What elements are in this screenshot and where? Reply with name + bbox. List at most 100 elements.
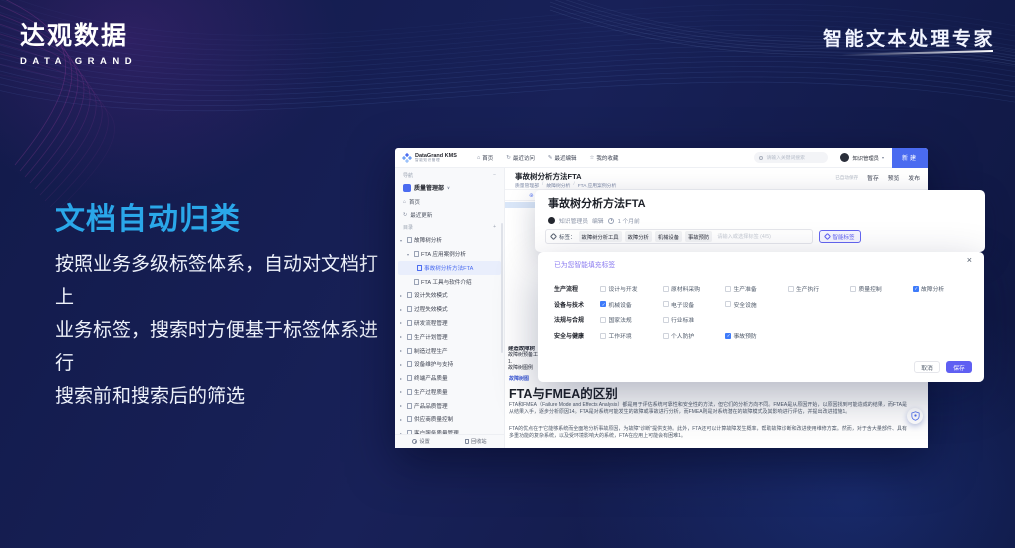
tag-option[interactable]: 安全设施 [725,300,788,309]
sidebar-footer-item[interactable]: 设置 [412,438,429,445]
caret-icon[interactable]: ▸ [400,362,405,367]
checkbox-icon[interactable] [600,317,606,323]
tag-chip[interactable]: 故障分析 [625,231,652,242]
tag-option[interactable]: 故障分析 [913,284,976,293]
tree-item[interactable]: ▸设计失效模式 [395,289,504,303]
nav-item[interactable]: ↻最近访问 [506,154,535,162]
document-icon [407,320,412,326]
doc-action-button[interactable]: 预览 [888,173,900,182]
tree-item[interactable]: ▸客户服务质量管理 [395,426,504,434]
checkbox-icon[interactable] [725,301,731,307]
tag-option[interactable]: 个人防护 [663,331,726,340]
panel-footer: 取消 保存 [914,361,972,373]
tree-item[interactable]: ▸研发流程管理 [395,316,504,330]
tag-option[interactable]: 设计与开发 [600,284,663,293]
tag-input-placeholder[interactable]: 请输入或选择标签 (4/5) [717,233,771,240]
tag-option-label: 生产准备 [734,284,757,293]
sidebar-scrollbar[interactable] [501,223,503,353]
checkbox-icon[interactable] [850,286,856,292]
tree-item[interactable]: 事故树分析方法FTA [398,261,501,275]
breadcrumb-separator: / [542,182,543,189]
document-icon [407,375,412,381]
tree-item[interactable]: ▸终端产品质量 [395,371,504,385]
caret-icon[interactable]: ▸ [400,307,405,312]
nav-item[interactable]: ⌂首页 [477,154,493,162]
search-placeholder: 请输入关键词搜索 [766,154,804,161]
breadcrumb-item[interactable]: FTA 应用案例分析 [578,182,617,189]
doc-title: 事故树分析方法FTA [515,171,582,182]
tag-option[interactable]: 生产准备 [725,284,788,293]
caret-icon[interactable]: ▸ [400,389,405,394]
nav-item[interactable]: ✎最近编辑 [548,154,577,162]
checkbox-checked-icon[interactable] [725,333,731,339]
tree-item[interactable]: ▸供应商质量控制 [395,413,504,427]
tree-item[interactable]: ▸产品品质管理 [395,399,504,413]
breadcrumb-item[interactable]: 故障树分析 [546,182,570,189]
tag-option[interactable]: 电子设备 [663,300,726,309]
tag-option[interactable]: 事故预防 [725,331,788,340]
directory-label: 目录 [403,224,413,231]
caret-icon[interactable]: ▸ [400,293,405,298]
tag-chip[interactable]: 故障树分析工具 [579,231,622,242]
add-icon[interactable]: + [493,224,496,231]
checkbox-icon[interactable] [663,286,669,292]
sidebar-item[interactable]: ⌂首页 [395,195,504,208]
caret-icon[interactable]: ▸ [400,348,405,353]
tree-item[interactable]: FTA 工具与软件介绍 [395,275,504,289]
sidebar-item[interactable]: ↻最近更新 [395,208,504,221]
save-button[interactable]: 保存 [946,361,972,373]
sidebar-footer-item[interactable]: 回收站 [465,438,487,445]
tag-option[interactable]: 质量控制 [850,284,913,293]
checkbox-icon[interactable] [663,301,669,307]
user-menu[interactable]: 知识管理员 ▾ [840,153,884,162]
new-button[interactable]: 新建 [892,148,928,168]
caret-icon[interactable]: ▸ [400,334,405,339]
caret-icon[interactable]: ▸ [400,403,405,408]
smart-tag-button[interactable]: 智能标签 [819,230,861,243]
nav-item[interactable]: ☆我的收藏 [589,154,618,162]
checkbox-icon[interactable] [663,317,669,323]
tag-option[interactable]: 国家法规 [600,315,663,324]
caret-icon[interactable]: ▸ [400,417,405,422]
checkbox-icon[interactable] [663,333,669,339]
close-icon[interactable]: × [967,256,972,265]
collapse-icon[interactable]: − [493,172,496,179]
tag-input-row[interactable]: 标签： 故障树分析工具故障分析机械设备事故预防 请输入或选择标签 (4/5) [545,229,813,244]
checkbox-icon[interactable] [600,286,606,292]
doc-action-button[interactable]: 发布 [908,173,920,182]
tag-option[interactable]: 生产执行 [788,284,851,293]
content-section-chip[interactable]: 故障树图 [509,375,529,382]
tree-item[interactable]: ▸ 生产计划管理 [395,330,504,344]
tag-option[interactable]: 行业标准 [663,315,726,324]
caret-icon[interactable]: ▾ [407,252,412,257]
checkbox-icon[interactable] [600,333,606,339]
tree-item[interactable]: ▸制造过程生产 [395,344,504,358]
doc-action-button[interactable]: 暂存 [867,173,879,182]
checkbox-icon[interactable] [788,286,794,292]
checkbox-icon[interactable] [725,286,731,292]
tag-option[interactable]: 工作环境 [600,331,663,340]
cancel-button[interactable]: 取消 [914,361,940,373]
search-input[interactable]: 请输入关键词搜索 [754,152,828,163]
caret-icon[interactable]: ▾ [400,238,405,243]
tree-item-label: 故障树分析 [414,236,442,244]
app-logo[interactable]: DataGrand KMS 智能知识管理 [395,153,457,163]
tree-item-label: 生产计划管理 [414,333,448,341]
tag-chip[interactable]: 机械设备 [655,231,682,242]
ai-assistant-button[interactable] [907,408,923,424]
checkbox-checked-icon[interactable] [913,286,919,292]
breadcrumb-item[interactable]: 质量管理部 [515,182,539,189]
caret-icon[interactable]: ▸ [400,376,405,381]
caret-icon[interactable]: ▸ [400,320,405,325]
workspace-switcher[interactable]: 质量管理部 ∨ [395,180,504,195]
tag-option[interactable]: 原材料采购 [663,284,726,293]
tree-item[interactable]: ▸生产过程质量 [395,385,504,399]
tag-option[interactable]: 机械设备 [600,300,663,309]
tree-item[interactable]: ▾FTA 应用案例分析 [395,247,504,261]
tree-item[interactable]: ▾ 故障树分析 [395,233,504,247]
checkbox-checked-icon[interactable] [600,301,606,307]
tree-item[interactable]: ▸设备维护与支持 [395,357,504,371]
tree-item[interactable]: ▸过程失效模式 [395,302,504,316]
sidebar-quick-items: ⌂首页↻最近更新 [395,195,504,221]
tag-chip[interactable]: 事故预防 [685,231,712,242]
